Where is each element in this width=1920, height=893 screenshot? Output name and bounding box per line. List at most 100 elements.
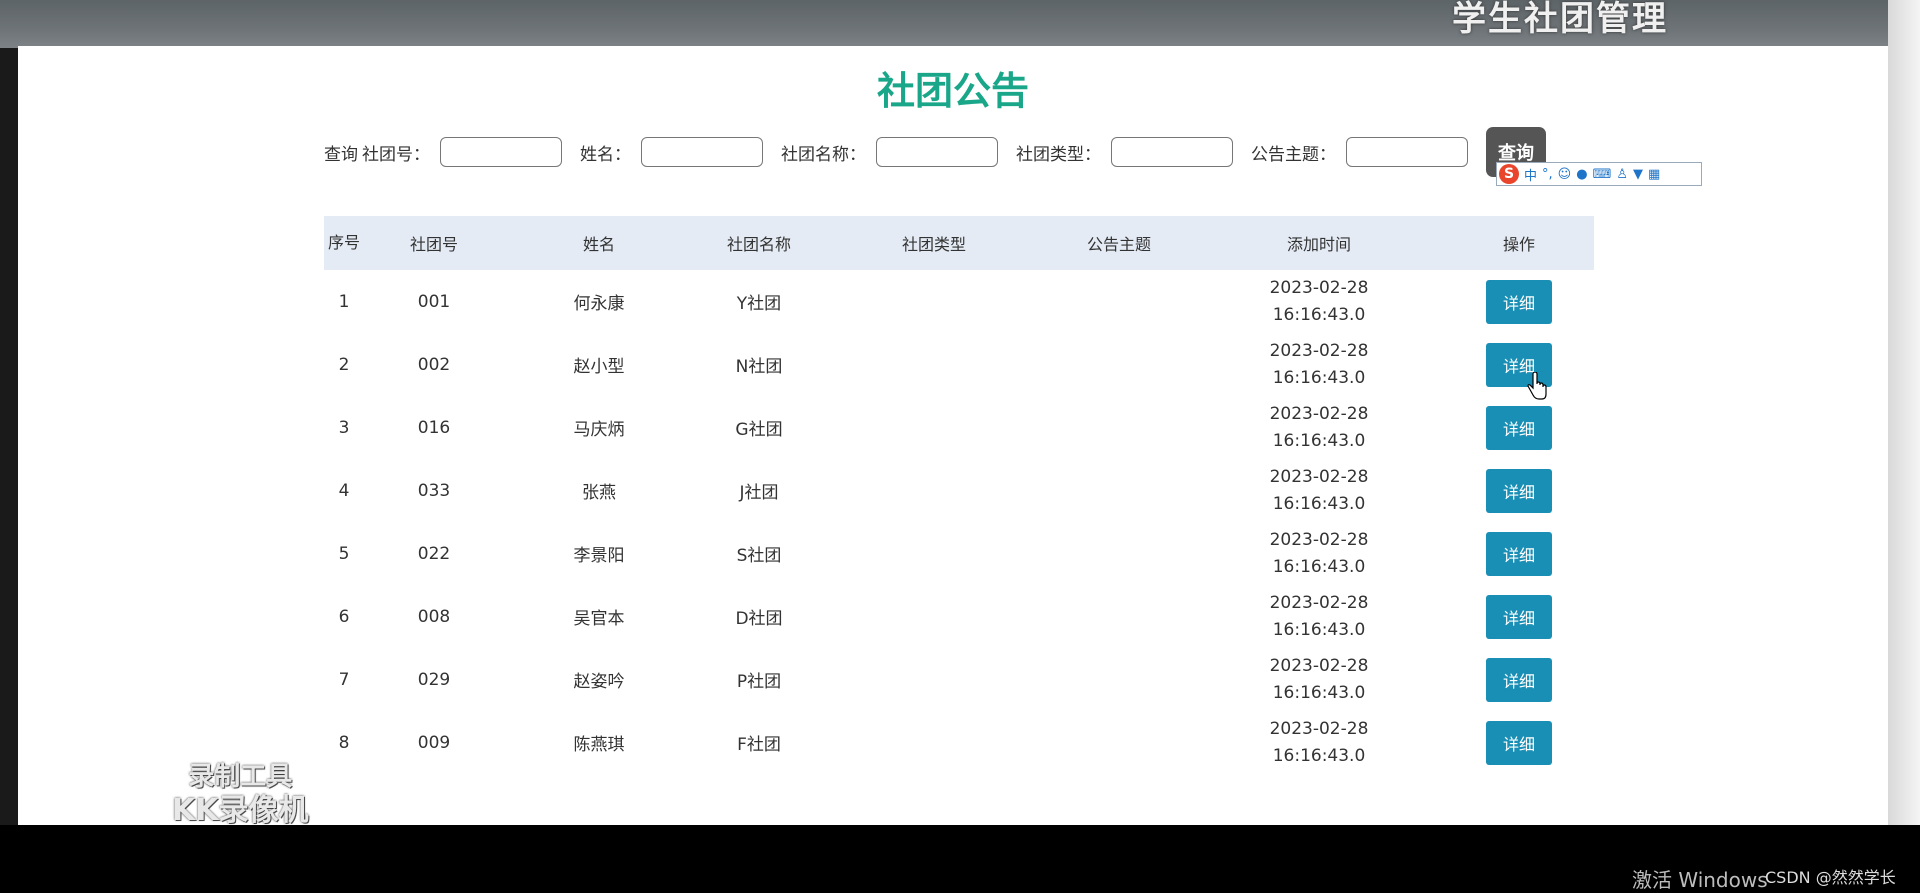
cell-name: 马庆炳	[573, 420, 625, 440]
cell-added-time: 2023-02-28 16:16:43.0	[1194, 648, 1444, 711]
cell-club-type	[824, 585, 1044, 648]
club-type-label: 社团类型：	[1016, 144, 1101, 165]
cell-added-time: 2023-02-28 16:16:43.0	[1194, 333, 1444, 396]
name-label: 姓名：	[580, 144, 631, 165]
hand-cursor-icon	[1527, 372, 1547, 400]
cell-notice-subject	[1044, 711, 1194, 774]
cell-club-no: 029	[417, 669, 451, 690]
added-date: 2023-02-28	[1269, 340, 1369, 361]
detail-button[interactable]: 详细	[1486, 594, 1552, 639]
added-clock: 16:16:43.0	[1272, 745, 1366, 766]
ime-logo-icon[interactable]: S	[1499, 164, 1519, 184]
cell-club-type	[824, 648, 1044, 711]
cell-name: 赵小型	[573, 357, 625, 377]
column-header-club-type: 社团类型	[901, 235, 966, 254]
column-header-added-time: 添加时间	[1286, 235, 1351, 254]
system-title: 学生社团管理	[1452, 0, 1668, 39]
ime-microphone-icon[interactable]: ●	[1576, 167, 1587, 182]
name-input[interactable]	[641, 137, 763, 167]
cell-club-type	[824, 459, 1044, 522]
notice-subject-input[interactable]	[1346, 137, 1468, 167]
added-date: 2023-02-28	[1269, 466, 1369, 487]
csdn-watermark: CSDN @然然学长	[1765, 868, 1896, 887]
cell-index: 4	[338, 480, 350, 501]
cell-club-no: 001	[417, 291, 451, 312]
ime-user-icon[interactable]: ♙	[1616, 167, 1628, 182]
added-clock: 16:16:43.0	[1272, 682, 1366, 703]
cell-action: 详细	[1444, 270, 1594, 333]
added-clock: 16:16:43.0	[1272, 367, 1366, 388]
detail-button[interactable]: 详细	[1486, 405, 1552, 450]
watermark-line1: 录制工具	[188, 762, 293, 792]
cell-added-time: 2023-02-28 16:16:43.0	[1194, 270, 1444, 333]
cell-index: 1	[338, 291, 350, 312]
ime-punctuation-icon[interactable]: °,	[1542, 167, 1553, 182]
watermark-line2: KK录像机	[172, 793, 309, 828]
ime-toolbar[interactable]: S 中 °, ☺ ● ⌨ ♙ ▼ ▦	[1496, 162, 1702, 186]
cell-club-no: 009	[417, 732, 451, 753]
cell-club-type	[824, 522, 1044, 585]
added-date: 2023-02-28	[1269, 655, 1369, 676]
cell-club-type	[824, 270, 1044, 333]
cell-name: 李景阳	[573, 546, 625, 566]
added-date: 2023-02-28	[1269, 529, 1369, 550]
column-header-index: 序号	[327, 233, 360, 252]
club-type-input[interactable]	[1111, 137, 1233, 167]
cell-index: 5	[338, 543, 350, 564]
ime-keyboard-icon[interactable]: ⌨	[1593, 167, 1612, 182]
notice-table: 序号 社团号 姓名 社团名称 社团类型 公告主题 添加时间 操作 1 001 何…	[324, 216, 1594, 774]
cell-index: 7	[338, 669, 350, 690]
ime-mode-label[interactable]: 中	[1524, 165, 1537, 184]
cell-action: 详细	[1444, 396, 1594, 459]
ime-grid-icon[interactable]: ▦	[1648, 167, 1660, 182]
table-row: 8 009 陈燕琪 F社团 2023-02-28 16:16:43.0 详细	[324, 711, 1594, 774]
cell-index: 6	[338, 606, 350, 627]
cell-action: 详细	[1444, 711, 1594, 774]
notice-subject-label: 公告主题：	[1251, 144, 1336, 165]
table-row: 4 033 张燕 J社团 2023-02-28 16:16:43.0 详细	[324, 459, 1594, 522]
cell-name: 张燕	[582, 483, 616, 503]
column-header-notice-subject: 公告主题	[1086, 235, 1151, 254]
cell-added-time: 2023-02-28 16:16:43.0	[1194, 585, 1444, 648]
ime-emoji-icon[interactable]: ☺	[1558, 167, 1572, 182]
added-clock: 16:16:43.0	[1272, 430, 1366, 451]
cell-club-name: F社团	[737, 735, 781, 755]
added-clock: 16:16:43.0	[1272, 556, 1366, 577]
cell-notice-subject	[1044, 333, 1194, 396]
club-name-input[interactable]	[876, 137, 998, 167]
column-header-club-name: 社团名称	[726, 235, 791, 254]
detail-button[interactable]: 详细	[1486, 657, 1552, 702]
cell-added-time: 2023-02-28 16:16:43.0	[1194, 711, 1444, 774]
club-no-input[interactable]	[440, 137, 562, 167]
cell-club-name: S社团	[736, 546, 782, 566]
cell-notice-subject	[1044, 459, 1194, 522]
cell-index: 3	[338, 417, 350, 438]
cell-added-time: 2023-02-28 16:16:43.0	[1194, 522, 1444, 585]
cell-added-time: 2023-02-28 16:16:43.0	[1194, 459, 1444, 522]
detail-button[interactable]: 详细	[1486, 720, 1552, 765]
cell-notice-subject	[1044, 585, 1194, 648]
detail-button[interactable]: 详细	[1486, 279, 1552, 324]
added-clock: 16:16:43.0	[1272, 493, 1366, 514]
notice-table-container: 序号 社团号 姓名 社团名称 社团类型 公告主题 添加时间 操作 1 001 何…	[324, 216, 1594, 774]
cell-club-no: 033	[417, 480, 451, 501]
cell-club-no: 016	[417, 417, 451, 438]
cell-notice-subject	[1044, 270, 1194, 333]
search-query-label: 查询	[324, 144, 358, 165]
cell-name: 陈燕琪	[573, 735, 625, 755]
cell-club-no: 008	[417, 606, 451, 627]
detail-button[interactable]: 详细	[1486, 468, 1552, 513]
cell-action: 详细	[1444, 522, 1594, 585]
search-form: 查询 社团号： 姓名： 社团名称： 社团类型： 公告主题： 查询	[324, 127, 1546, 177]
cell-club-no: 002	[417, 354, 451, 375]
activate-windows-text: 激活 Windows	[1632, 868, 1768, 892]
cell-club-name: D社团	[735, 609, 783, 629]
cell-notice-subject	[1044, 522, 1194, 585]
cell-club-type	[824, 396, 1044, 459]
club-name-label: 社团名称：	[781, 144, 866, 165]
ime-skin-icon[interactable]: ▼	[1633, 167, 1643, 182]
table-row: 5 022 李景阳 S社团 2023-02-28 16:16:43.0 详细	[324, 522, 1594, 585]
cell-club-name: N社团	[735, 357, 783, 377]
detail-button[interactable]: 详细	[1486, 531, 1552, 576]
cell-name: 何永康	[573, 294, 625, 314]
